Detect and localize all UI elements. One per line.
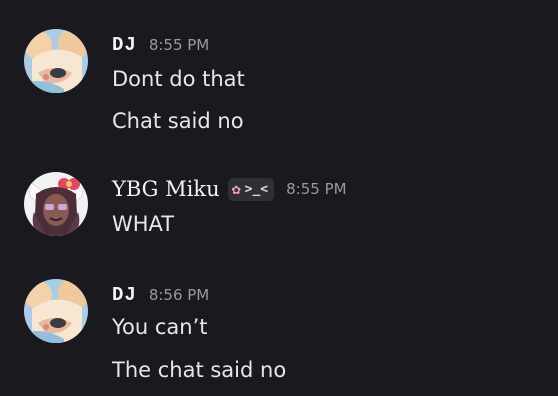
message-text: You can’t (112, 315, 208, 339)
timestamp[interactable]: 8:55 PM (149, 36, 209, 54)
username[interactable]: DJ (112, 34, 137, 56)
avatar[interactable] (24, 279, 88, 343)
guild-tag-badge[interactable]: ✿ >_< (227, 177, 275, 201)
message-text: WHAT (112, 212, 175, 236)
avatar[interactable] (24, 29, 88, 93)
message-text: Dont do that (112, 67, 245, 91)
message-header: YBG Miku ✿ >_< 8:55 PM (112, 177, 347, 201)
guild-tag-text: >_< (244, 181, 269, 197)
message-header: DJ 8:56 PM (112, 283, 209, 307)
avatar-image (24, 172, 88, 236)
timestamp[interactable]: 8:56 PM (149, 286, 209, 304)
avatar[interactable] (24, 172, 88, 236)
message-text: Chat said no (112, 109, 244, 133)
timestamp[interactable]: 8:55 PM (286, 180, 346, 198)
message-header: DJ 8:55 PM (112, 33, 209, 57)
username[interactable]: DJ (112, 284, 137, 306)
avatar-image (24, 29, 88, 93)
username[interactable]: YBG Miku (112, 177, 220, 201)
chat-message-list: DJ 8:55 PM Dont do that Chat said no YBG… (0, 0, 558, 396)
avatar-image (24, 279, 88, 343)
message-text: The chat said no (112, 358, 287, 382)
cherry-blossom-icon: ✿ (231, 180, 241, 198)
